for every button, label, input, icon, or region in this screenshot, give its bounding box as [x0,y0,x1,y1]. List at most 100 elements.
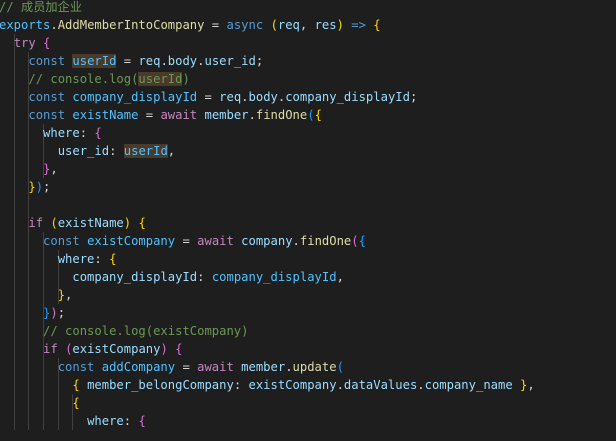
code-token: { [72,396,80,410]
code-token: . [248,108,256,122]
code-line[interactable]: }); [0,178,50,196]
code-token: body [248,90,278,104]
code-token: = [116,54,139,68]
code-line[interactable]: where: { [0,250,117,268]
code-token: . [417,378,425,392]
code-token: where [57,252,95,266]
code-token: : [197,270,212,284]
code-token: company_displayId [285,90,410,104]
code-line[interactable]: const userId = req.body.user_id; [0,52,263,70]
code-token: await [197,360,234,374]
code-line[interactable]: // console.log(existCompany) [0,322,248,340]
code-token: => [351,18,366,32]
code-token: ; [409,90,418,104]
code-token: , [65,288,73,302]
code-line[interactable]: }, [0,286,73,304]
code-token: exports [0,18,51,32]
code-line[interactable]: company_displayId: company_displayId, [0,268,344,286]
code-token: user_id [57,144,110,158]
code-token: = [138,108,161,122]
code-token: existName [72,108,139,122]
code-token: async [226,18,264,32]
code-editor[interactable]: // 成员加企业 exports.AddMemberIntoCompany = a… [0,0,616,441]
code-line[interactable]: const existName = await member.findOne({ [0,106,322,124]
code-token: . [50,18,58,32]
code-token: findOne [299,234,352,248]
code-line[interactable]: if (existName) { [0,214,146,232]
code-token: . [285,360,293,374]
code-line[interactable]: }, [0,160,58,178]
code-line[interactable]: const existCompany = await company.findO… [0,232,366,250]
code-token: , [50,162,58,176]
code-token: : [94,252,110,266]
code-token: member_belongCompany [87,378,234,392]
code-line[interactable]: try { [0,34,51,52]
code-token: { [175,342,183,356]
code-token: : [79,126,95,140]
code-token: userId [138,72,183,86]
code-token: update [292,360,337,374]
code-token: { [138,414,146,428]
code-line[interactable]: const company_displayId = req.body.compa… [0,88,417,106]
code-line[interactable]: }); [0,304,65,322]
code-token: ) [336,18,344,32]
code-line[interactable]: { [0,394,80,412]
code-line[interactable]: // console.log(userId) [0,70,190,88]
code-token: existCompany [248,378,337,392]
code-token: existCompany [72,342,161,356]
code-token: existName [57,216,124,230]
code-line[interactable]: // 成员加企业 [0,0,82,16]
code-token: { [373,18,381,32]
code-line[interactable]: where: { [0,124,102,142]
code-token: = [175,360,198,374]
code-line[interactable]: const addCompany = await member.update( [0,358,344,376]
code-token: ; [255,54,264,68]
code-token: = [197,90,220,104]
code-token: // console.log(existCompany) [43,324,249,338]
code-line[interactable]: { member_belongCompany: existCompany.dat… [0,376,535,394]
code-token: { [314,108,322,122]
code-token: try [13,36,36,50]
code-line[interactable]: where: { [0,412,146,430]
code-token: { [358,234,366,248]
code-token: ) [160,342,168,356]
code-token: ) [35,180,44,194]
code-token: { [138,216,146,230]
code-token: . [292,234,300,248]
code-token: , [527,378,535,392]
code-token: . [160,54,168,68]
code-token: const [28,90,66,104]
code-token: userId [123,144,168,158]
code-token: where [43,126,80,140]
code-token: where [87,414,124,428]
code-token: await [197,234,234,248]
code-token: : [123,414,139,428]
code-token: req [277,18,300,32]
code-line[interactable]: user_id: userId, [0,142,175,160]
code-token: { [94,126,102,140]
code-token: member [204,108,249,122]
code-line[interactable]: exports.AddMemberIntoCompany = async (re… [0,16,381,34]
code-token: : [233,378,249,392]
code-line[interactable]: if (existCompany) { [0,340,183,358]
code-token: company [241,234,293,248]
code-token: addCompany [101,360,176,374]
code-token: ( [336,360,344,374]
code-token: { [109,252,117,266]
code-token: dataValues [343,378,418,392]
code-token: company_name [424,378,513,392]
code-token: = [175,234,198,248]
